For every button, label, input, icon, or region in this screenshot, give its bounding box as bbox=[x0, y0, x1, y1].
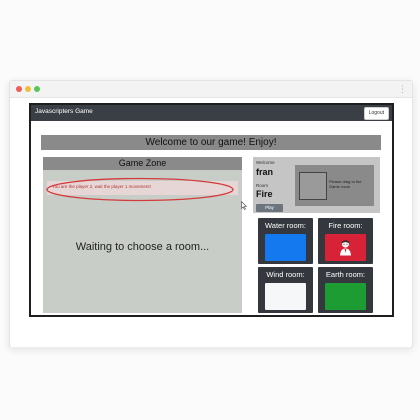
earth-room-dropzone[interactable] bbox=[325, 283, 366, 310]
player-avatar-icon[interactable] bbox=[338, 239, 353, 256]
browser-menu-icon[interactable]: ⋮ bbox=[398, 83, 407, 95]
welcome-banner: Welcome to our game! Enjoy! bbox=[41, 135, 381, 150]
room-water[interactable]: Water room: bbox=[258, 218, 313, 264]
close-window-dot-icon[interactable] bbox=[16, 86, 22, 92]
message-highlight-ellipse bbox=[46, 177, 234, 202]
drag-hint: Please drag to the Game room bbox=[329, 179, 362, 189]
wind-room-dropzone[interactable] bbox=[265, 283, 306, 310]
game-zone-title: Game Zone bbox=[43, 157, 242, 170]
maximize-window-dot-icon[interactable] bbox=[34, 86, 40, 92]
page-divider bbox=[9, 347, 411, 348]
water-room-dropzone[interactable] bbox=[265, 234, 306, 261]
game-zone: Game Zone You are the player 2, wait the… bbox=[43, 157, 242, 313]
browser-title-bar: ⋮ bbox=[10, 81, 412, 98]
fire-room-dropzone[interactable] bbox=[325, 234, 366, 261]
player-drag-slot[interactable] bbox=[299, 172, 327, 200]
app-frame: Javascripters Game Logout Welcome to our… bbox=[29, 103, 394, 317]
room-title: Water room: bbox=[265, 221, 306, 230]
room-title: Earth room: bbox=[325, 270, 366, 279]
drag-card: Please drag to the Game room bbox=[295, 165, 374, 206]
current-room: Fire bbox=[256, 189, 273, 199]
player-panel: Welcome fran Room Fire Play Please drag … bbox=[253, 157, 380, 213]
player-name: fran bbox=[256, 167, 274, 177]
room-wind[interactable]: Wind room: bbox=[258, 267, 313, 313]
screenshot-stage: ⋮ Javascripters Game Logout Welcome to o… bbox=[0, 0, 420, 420]
logout-button[interactable]: Logout bbox=[363, 107, 389, 120]
app-brand[interactable]: Javascripters Game bbox=[35, 108, 93, 115]
welcome-label: Welcome bbox=[256, 160, 275, 165]
room-label: Room bbox=[256, 183, 269, 188]
room-title: Wind room: bbox=[266, 270, 305, 279]
room-fire[interactable]: Fire room: bbox=[318, 218, 373, 264]
minimize-window-dot-icon[interactable] bbox=[25, 86, 31, 92]
navbar: Javascripters Game Logout bbox=[31, 105, 392, 121]
waiting-status: Waiting to choose a room... bbox=[75, 241, 210, 253]
play-button[interactable]: Play bbox=[256, 204, 283, 212]
room-title: Fire room: bbox=[328, 221, 363, 230]
room-earth[interactable]: Earth room: bbox=[318, 267, 373, 313]
mouse-cursor-icon bbox=[241, 201, 247, 210]
